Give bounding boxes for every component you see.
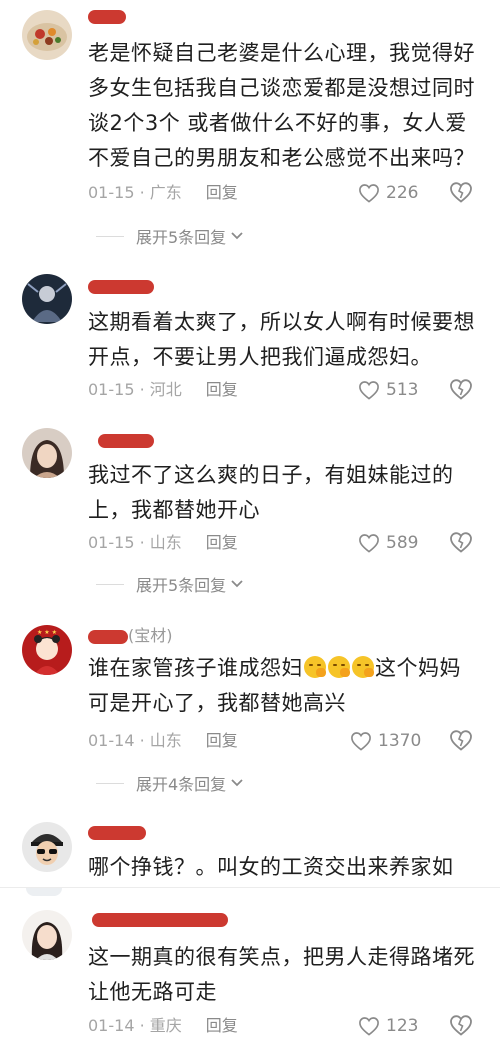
like-count: 123 bbox=[386, 1016, 419, 1036]
divider-line bbox=[96, 782, 124, 784]
chevron-down-icon bbox=[231, 232, 243, 240]
dislike-button[interactable] bbox=[449, 1014, 473, 1038]
comment-text: 谁在家管孩子谁成怨妇 这个妈妈可是开心了，我都替她高兴 bbox=[88, 651, 480, 721]
reply-button[interactable]: 回复 bbox=[206, 183, 238, 202]
username-suffix: (宝材) bbox=[128, 626, 173, 645]
like-count: 226 bbox=[386, 183, 419, 203]
comment-text: 这期看着太爽了，所以女人啊有时候要想开点，不要让男人把我们逼成怨妇。 bbox=[88, 310, 475, 369]
comment-text: 哪个挣钱？。叫女的工资交出来养家如 bbox=[88, 855, 454, 879]
heart-icon bbox=[359, 1017, 379, 1036]
avatar[interactable]: ★ ★ ★ bbox=[22, 625, 72, 675]
like-button[interactable]: 226 bbox=[358, 181, 418, 205]
heart-icon bbox=[351, 732, 371, 751]
avatar[interactable] bbox=[22, 10, 72, 60]
comment-text: 这一期真的很有笑点，把男人走得路堵死让他无路可走 bbox=[88, 945, 475, 1004]
like-button[interactable]: 123 bbox=[358, 1014, 418, 1038]
smirk-emoji-icon bbox=[304, 656, 326, 678]
comment-meta: 01-15 · 山东 回复 bbox=[88, 531, 238, 555]
broken-heart-icon bbox=[450, 182, 472, 203]
avatar[interactable] bbox=[22, 910, 72, 960]
like-count: 1370 bbox=[378, 731, 422, 751]
redacted-username bbox=[98, 434, 154, 448]
expand-label: 展开4条回复 bbox=[136, 775, 227, 794]
section-divider bbox=[0, 887, 500, 888]
dislike-button[interactable] bbox=[449, 181, 473, 205]
reply-button[interactable]: 回复 bbox=[206, 1016, 238, 1035]
comment-meta: 01-15 · 广东 回复 bbox=[88, 181, 238, 205]
svg-text:★ ★ ★: ★ ★ ★ bbox=[37, 629, 57, 636]
comment-meta: 01-14 · 重庆 回复 bbox=[88, 1014, 238, 1038]
redacted-username bbox=[88, 280, 154, 294]
redacted-username bbox=[92, 913, 228, 927]
divider-line bbox=[96, 583, 124, 585]
date-location: 01-15 · 山东 bbox=[88, 533, 182, 552]
smirk-emoji-icon bbox=[352, 656, 374, 678]
dislike-button[interactable] bbox=[449, 378, 473, 402]
comment-meta: 01-15 · 河北 回复 bbox=[88, 378, 238, 402]
expand-label: 展开5条回复 bbox=[136, 576, 227, 595]
redacted-username bbox=[88, 826, 146, 840]
smirk-emoji-icon bbox=[328, 656, 350, 678]
expand-replies-button[interactable]: 展开5条回复 bbox=[96, 572, 244, 596]
broken-heart-icon bbox=[450, 379, 472, 400]
date-location: 01-14 · 山东 bbox=[88, 731, 182, 750]
redacted-username bbox=[88, 629, 128, 644]
like-button[interactable]: 589 bbox=[358, 531, 418, 555]
dislike-button[interactable] bbox=[449, 729, 473, 753]
expand-replies-button[interactable]: 展开4条回复 bbox=[96, 771, 244, 795]
comment-text: 我过不了这么爽的日子，有姐妹能过的上，我都替她开心 bbox=[88, 463, 454, 522]
like-button[interactable]: 513 bbox=[358, 378, 418, 402]
chevron-down-icon bbox=[231, 580, 243, 588]
date-location: 01-15 · 河北 bbox=[88, 380, 182, 399]
expand-label: 展开5条回复 bbox=[136, 228, 227, 247]
reply-button[interactable]: 回复 bbox=[206, 380, 238, 399]
broken-heart-icon bbox=[450, 730, 472, 751]
divider-line bbox=[96, 235, 124, 237]
like-button[interactable]: 1370 bbox=[350, 729, 421, 753]
comment-meta: 01-14 · 山东 回复 bbox=[88, 729, 238, 753]
date-location: 01-14 · 重庆 bbox=[88, 1016, 182, 1035]
avatar[interactable] bbox=[22, 822, 72, 872]
heart-icon bbox=[359, 184, 379, 203]
date-location: 01-15 · 广东 bbox=[88, 183, 182, 202]
like-count: 513 bbox=[386, 380, 419, 400]
avatar[interactable] bbox=[22, 274, 72, 324]
comment-text: 老是怀疑自己老婆是什么心理，我觉得好多女生包括我自己谈恋爱都是没想过同时谈2个3… bbox=[88, 41, 475, 170]
broken-heart-icon bbox=[450, 1015, 472, 1036]
reply-button[interactable]: 回复 bbox=[206, 533, 238, 552]
dislike-button[interactable] bbox=[449, 531, 473, 555]
like-count: 589 bbox=[386, 533, 419, 553]
chevron-down-icon bbox=[231, 779, 243, 787]
heart-icon bbox=[359, 381, 379, 400]
comment-text-part: 谁在家管孩子谁成怨妇 bbox=[88, 656, 303, 680]
heart-icon bbox=[359, 534, 379, 553]
reply-button[interactable]: 回复 bbox=[206, 731, 238, 750]
username[interactable]: (宝材) bbox=[88, 625, 173, 647]
redacted-username bbox=[88, 10, 126, 24]
broken-heart-icon bbox=[450, 532, 472, 553]
expand-replies-button[interactable]: 展开5条回复 bbox=[96, 224, 244, 248]
avatar-partial bbox=[26, 888, 62, 896]
avatar[interactable] bbox=[22, 428, 72, 478]
